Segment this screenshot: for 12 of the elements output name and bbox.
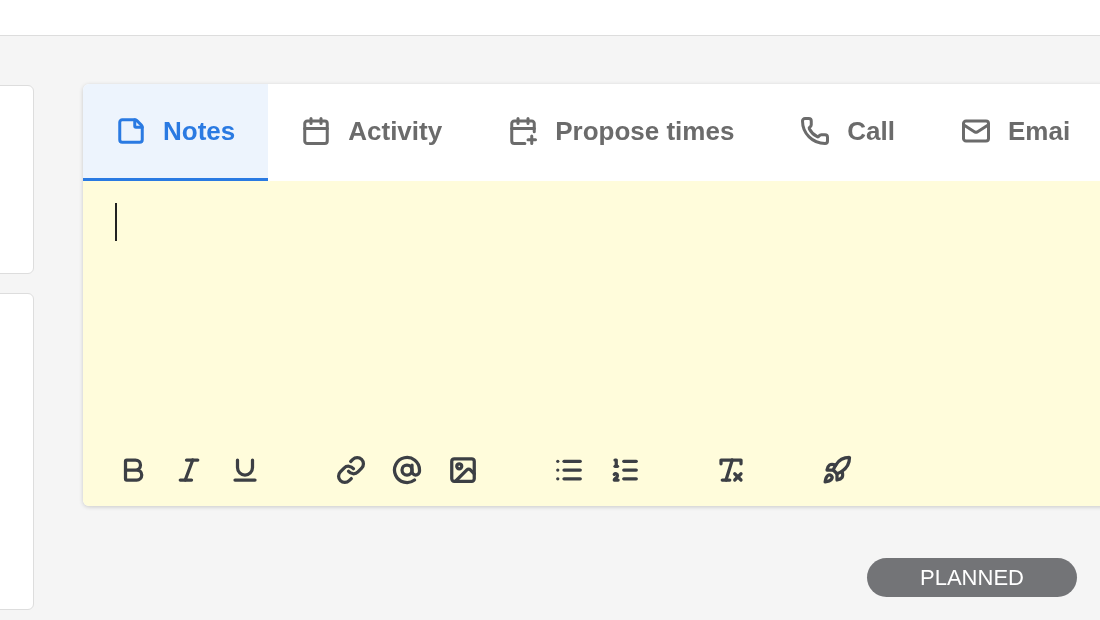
text-cursor xyxy=(115,203,117,241)
tab[interactable]: Propose times xyxy=(475,84,768,181)
phone-icon xyxy=(800,116,831,146)
status-badge: PLANNED xyxy=(867,558,1077,597)
tab[interactable]: Call xyxy=(767,84,929,181)
calendar-icon xyxy=(301,116,332,146)
note-icon xyxy=(116,116,146,146)
note-editor-field[interactable] xyxy=(83,181,1100,506)
tab[interactable]: Activity xyxy=(268,84,476,181)
tab[interactable]: Notes xyxy=(83,84,269,181)
calendar-plus-icon xyxy=(508,116,539,146)
tab[interactable]: Emai xyxy=(928,84,1100,181)
